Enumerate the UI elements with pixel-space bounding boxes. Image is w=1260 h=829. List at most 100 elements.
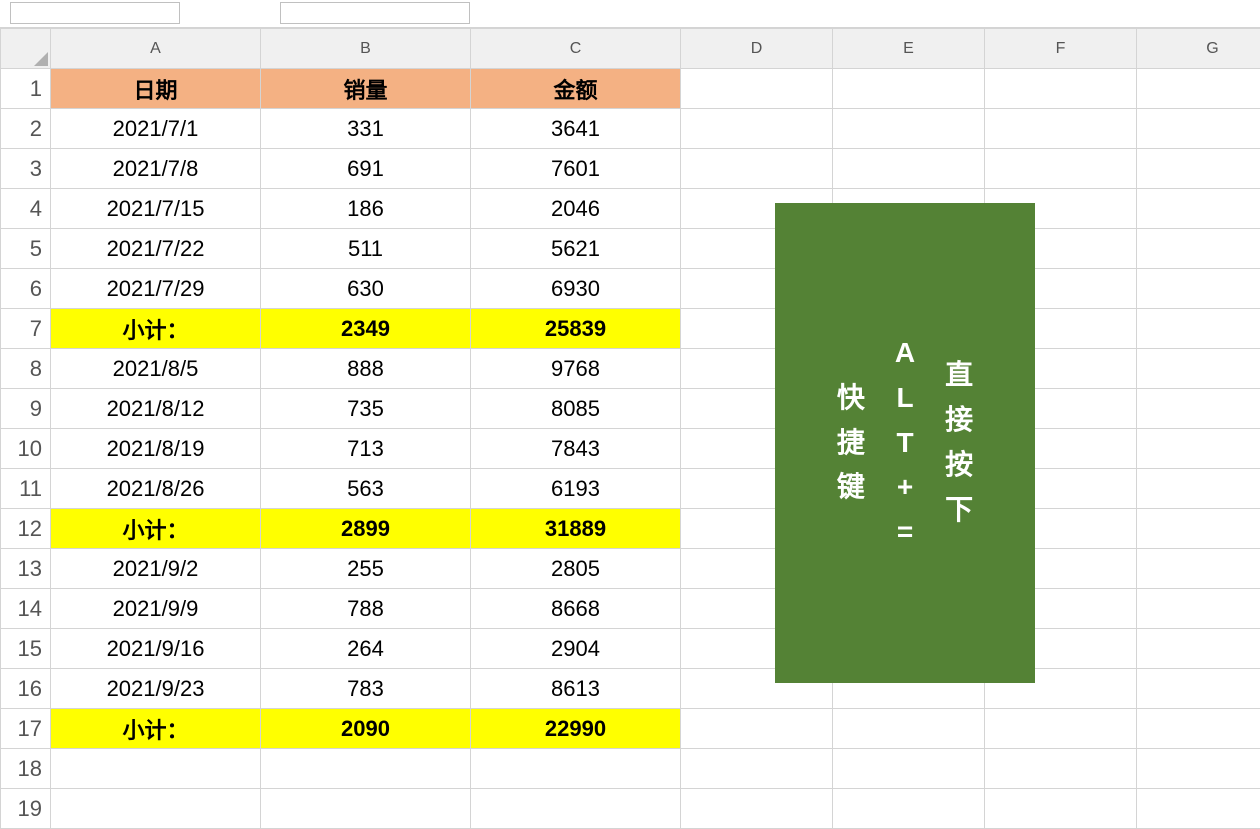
cell-B13[interactable]: 255 [261,549,471,589]
cell-empty[interactable] [1137,429,1260,469]
cell-B4[interactable]: 186 [261,189,471,229]
cell-B19[interactable] [261,789,471,829]
cell-A10[interactable]: 2021/8/19 [51,429,261,469]
cell-empty[interactable] [1137,389,1260,429]
cell-empty[interactable] [681,149,833,189]
column-header-B[interactable]: B [261,29,471,69]
cell-B2[interactable]: 331 [261,109,471,149]
cell-empty[interactable] [1137,149,1260,189]
row-header-14[interactable]: 14 [1,589,51,629]
cell-empty[interactable] [985,789,1137,829]
cell-A5[interactable]: 2021/7/22 [51,229,261,269]
row-header-10[interactable]: 10 [1,429,51,469]
cell-B6[interactable]: 630 [261,269,471,309]
cell-A6[interactable]: 2021/7/29 [51,269,261,309]
cell-empty[interactable] [681,109,833,149]
cell-B15[interactable]: 264 [261,629,471,669]
row-header-5[interactable]: 5 [1,229,51,269]
cell-A13[interactable]: 2021/9/2 [51,549,261,589]
cell-empty[interactable] [681,789,833,829]
cell-B17[interactable]: 2090 [261,709,471,749]
cell-B3[interactable]: 691 [261,149,471,189]
cell-C15[interactable]: 2904 [471,629,681,669]
cell-empty[interactable] [1137,469,1260,509]
cell-A9[interactable]: 2021/8/12 [51,389,261,429]
cell-empty[interactable] [1137,349,1260,389]
column-header-D[interactable]: D [681,29,833,69]
cell-C12[interactable]: 31889 [471,509,681,549]
cell-empty[interactable] [1137,229,1260,269]
cell-C7[interactable]: 25839 [471,309,681,349]
cell-A18[interactable] [51,749,261,789]
cell-empty[interactable] [1137,189,1260,229]
cell-empty[interactable] [681,69,833,109]
cell-empty[interactable] [833,709,985,749]
row-header-8[interactable]: 8 [1,349,51,389]
cell-C17[interactable]: 22990 [471,709,681,749]
cell-C19[interactable] [471,789,681,829]
cell-C8[interactable]: 9768 [471,349,681,389]
cell-B5[interactable]: 511 [261,229,471,269]
row-header-1[interactable]: 1 [1,69,51,109]
cell-C9[interactable]: 8085 [471,389,681,429]
cell-C5[interactable]: 5621 [471,229,681,269]
row-header-17[interactable]: 17 [1,709,51,749]
cell-C11[interactable]: 6193 [471,469,681,509]
column-header-A[interactable]: A [51,29,261,69]
cell-A12[interactable]: 小计： [51,509,261,549]
cell-A14[interactable]: 2021/9/9 [51,589,261,629]
cell-C14[interactable]: 8668 [471,589,681,629]
cell-empty[interactable] [681,709,833,749]
cell-empty[interactable] [1137,789,1260,829]
cell-empty[interactable] [1137,549,1260,589]
cell-empty[interactable] [985,69,1137,109]
cell-empty[interactable] [1137,269,1260,309]
cell-C1[interactable]: 金额 [471,69,681,109]
cell-empty[interactable] [1137,589,1260,629]
cell-empty[interactable] [985,749,1137,789]
select-all-corner[interactable] [1,29,51,69]
row-header-4[interactable]: 4 [1,189,51,229]
cell-C10[interactable]: 7843 [471,429,681,469]
row-header-6[interactable]: 6 [1,269,51,309]
cell-empty[interactable] [833,789,985,829]
cell-B9[interactable]: 735 [261,389,471,429]
cell-empty[interactable] [1137,109,1260,149]
cell-A4[interactable]: 2021/7/15 [51,189,261,229]
cell-empty[interactable] [985,109,1137,149]
cell-A8[interactable]: 2021/8/5 [51,349,261,389]
column-header-F[interactable]: F [985,29,1137,69]
cell-B16[interactable]: 783 [261,669,471,709]
cell-empty[interactable] [833,749,985,789]
cell-C18[interactable] [471,749,681,789]
spreadsheet-grid[interactable]: A B C D E F G 1日期销量金额22021/7/13313641320… [0,28,1260,829]
cell-A11[interactable]: 2021/8/26 [51,469,261,509]
cell-B7[interactable]: 2349 [261,309,471,349]
row-header-3[interactable]: 3 [1,149,51,189]
cell-A19[interactable] [51,789,261,829]
cell-empty[interactable] [1137,509,1260,549]
cell-A1[interactable]: 日期 [51,69,261,109]
cell-C3[interactable]: 7601 [471,149,681,189]
cell-empty[interactable] [1137,69,1260,109]
cell-B14[interactable]: 788 [261,589,471,629]
cell-A17[interactable]: 小计： [51,709,261,749]
cell-empty[interactable] [1137,669,1260,709]
cell-B8[interactable]: 888 [261,349,471,389]
row-header-2[interactable]: 2 [1,109,51,149]
row-header-15[interactable]: 15 [1,629,51,669]
row-header-13[interactable]: 13 [1,549,51,589]
row-header-18[interactable]: 18 [1,749,51,789]
row-header-9[interactable]: 9 [1,389,51,429]
column-header-C[interactable]: C [471,29,681,69]
cell-empty[interactable] [985,149,1137,189]
row-header-16[interactable]: 16 [1,669,51,709]
cell-B12[interactable]: 2899 [261,509,471,549]
name-box[interactable] [10,2,180,24]
cell-C2[interactable]: 3641 [471,109,681,149]
cell-empty[interactable] [833,109,985,149]
column-header-G[interactable]: G [1137,29,1260,69]
formula-input[interactable] [280,2,470,24]
cell-A15[interactable]: 2021/9/16 [51,629,261,669]
row-header-12[interactable]: 12 [1,509,51,549]
